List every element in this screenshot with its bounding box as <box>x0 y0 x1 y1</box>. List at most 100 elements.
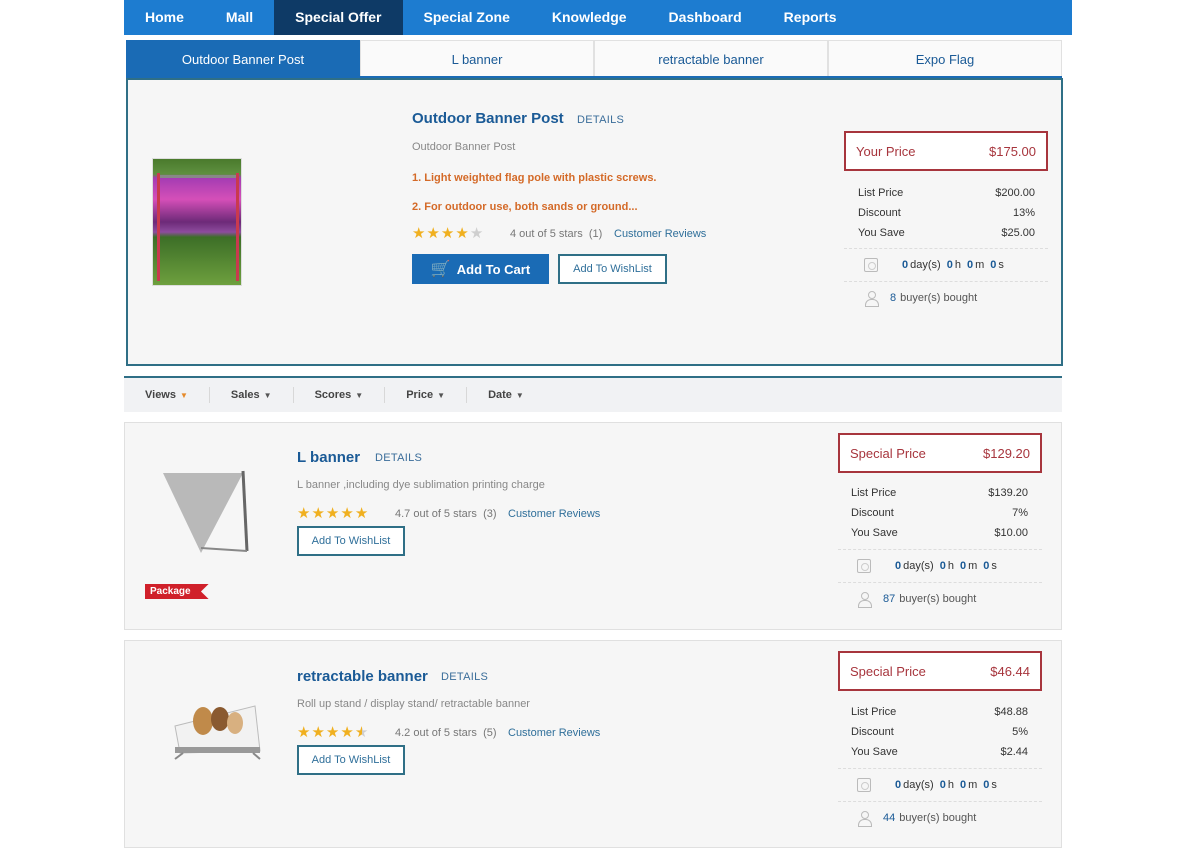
cart-icon: 🛒 <box>430 261 451 278</box>
user-icon <box>857 811 872 827</box>
price-details: List Price $139.20 Discount 7% You Save $10… <box>851 483 1028 543</box>
nav-special-offer[interactable]: Special Offer <box>274 0 403 35</box>
rating-value: 4 out of 5 stars <box>510 228 583 240</box>
you-save-row: You Save $25.00 <box>858 227 1035 239</box>
divider <box>838 549 1042 550</box>
product-card: retractable banner DETAILS Roll up stand… <box>124 640 1062 848</box>
rating-text: 4 out of 5 stars (1) <box>510 228 602 240</box>
sort-date[interactable]: Date ▼ <box>467 387 545 403</box>
sort-views[interactable]: Views ▼ <box>124 387 210 403</box>
star-icon: ★ <box>297 505 312 522</box>
buyers-bought: 44 buyer(s) bought <box>857 811 976 827</box>
product-card: Package L banner DETAILS L banner ,inclu… <box>124 422 1062 630</box>
product-image[interactable] <box>165 681 265 761</box>
nav-dashboard[interactable]: Dashboard <box>648 0 763 35</box>
buyers-bought: 87 buyer(s) bought <box>857 592 976 608</box>
product-image[interactable] <box>155 463 265 555</box>
customer-reviews-link[interactable]: Customer Reviews <box>508 727 600 739</box>
price-details: List Price $200.00 Discount 13% You Save $2… <box>858 183 1035 243</box>
countdown-timer: 0 day(s) 0h 0m 0s <box>857 778 1003 792</box>
clock-icon <box>864 258 878 272</box>
buyers-bought: 8 buyer(s) bought <box>864 291 977 307</box>
tab-outdoor-banner-post[interactable]: Outdoor Banner Post <box>126 40 360 76</box>
rating-text: 4.2 out of 5 stars (5) <box>395 727 497 739</box>
details-link[interactable]: DETAILS <box>375 452 422 464</box>
nav-special-zone[interactable]: Special Zone <box>403 0 531 35</box>
star-icon: ★ <box>325 724 341 741</box>
details-link[interactable]: DETAILS <box>441 671 488 683</box>
customer-reviews-link[interactable]: Customer Reviews <box>508 508 600 520</box>
discount-row: Discount 7% <box>851 507 1028 519</box>
package-badge: Package <box>145 584 209 599</box>
customer-reviews-link[interactable]: Customer Reviews <box>614 228 706 240</box>
star-rating: ★★★★★ <box>297 723 369 741</box>
user-icon <box>857 592 872 608</box>
star-icon: ★ <box>340 505 355 522</box>
nav-home[interactable]: Home <box>124 0 205 35</box>
discount-row: Discount 13% <box>858 207 1035 219</box>
product-description: L banner ,including dye sublimation prin… <box>297 479 545 491</box>
caret-down-icon: ▼ <box>263 391 272 400</box>
price-value: $175.00 <box>989 143 1036 159</box>
nav-knowledge[interactable]: Knowledge <box>531 0 648 35</box>
tab-l-banner[interactable]: L banner <box>360 40 594 76</box>
clock-icon <box>857 559 871 573</box>
product-title[interactable]: L banner <box>297 449 360 466</box>
sort-price[interactable]: Price ▼ <box>385 387 468 403</box>
rating-text: 4.7 out of 5 stars (3) <box>395 508 497 520</box>
top-nav: Home Mall Special Offer Special Zone Kno… <box>124 0 1072 35</box>
review-count: (1) <box>588 228 603 240</box>
banner-pole-right <box>236 173 239 281</box>
product-tabs: Outdoor Banner Post L banner retractable… <box>126 40 1062 78</box>
list-price-row: List Price $200.00 <box>858 187 1035 199</box>
countdown-timer: 0 day(s) 0h 0m 0s <box>857 559 1003 573</box>
feature-2: 2. For outdoor use, both sands or ground… <box>412 201 638 213</box>
countdown-timer: 0 day(s) 0h 0m 0s <box>864 258 1010 272</box>
banner-bar <box>157 175 239 178</box>
price-box: Special Price $46.44 <box>838 651 1042 691</box>
product-title[interactable]: retractable banner <box>297 668 428 685</box>
caret-down-icon: ▼ <box>437 391 446 400</box>
star-half-icon: ★ <box>354 724 370 741</box>
caret-down-icon: ▼ <box>355 391 364 400</box>
star-rating: ★★★★★ <box>297 504 369 522</box>
star-icon: ★ <box>311 724 326 741</box>
star-empty-icon: ★ <box>469 225 485 242</box>
list-price-row: List Price $139.20 <box>851 487 1028 499</box>
add-to-wishlist-button[interactable]: Add To WishList <box>558 254 667 284</box>
product-image[interactable] <box>152 158 242 286</box>
add-to-cart-label: Add To Cart <box>456 261 531 277</box>
tab-retractable-banner[interactable]: retractable banner <box>594 40 828 76</box>
star-icon: ★ <box>297 724 312 741</box>
tab-expo-flag[interactable]: Expo Flag <box>828 40 1062 76</box>
star-icon: ★ <box>455 225 470 242</box>
banner-pole-left <box>157 173 160 281</box>
caret-down-icon: ▼ <box>180 391 188 400</box>
divider <box>838 582 1042 583</box>
user-icon <box>864 291 879 307</box>
sort-sales[interactable]: Sales ▼ <box>210 387 294 403</box>
add-to-cart-button[interactable]: 🛒 Add To Cart <box>412 254 549 284</box>
add-to-wishlist-button[interactable]: Add To WishList <box>297 745 405 775</box>
details-link[interactable]: DETAILS <box>577 114 624 126</box>
nav-reports[interactable]: Reports <box>763 0 858 35</box>
nav-mall[interactable]: Mall <box>205 0 274 35</box>
star-rating: ★★★★★ <box>412 224 484 242</box>
you-save-row: You Save $10.00 <box>851 527 1028 539</box>
featured-product: Outdoor Banner Post DETAILS Outdoor Bann… <box>126 78 1063 366</box>
star-icon: ★ <box>426 225 441 242</box>
add-to-wishlist-button[interactable]: Add To WishList <box>297 526 405 556</box>
price-box: Your Price $175.00 <box>844 131 1048 171</box>
price-details: List Price $48.88 Discount 5% You Save $2.4… <box>851 702 1028 762</box>
star-icon: ★ <box>340 724 355 741</box>
price-label: Your Price <box>856 143 916 159</box>
star-icon: ★ <box>311 505 326 522</box>
list-price-row: List Price $48.88 <box>851 706 1028 718</box>
price-box: Special Price $129.20 <box>838 433 1042 473</box>
you-save-row: You Save $2.44 <box>851 746 1028 758</box>
star-icon: ★ <box>440 225 456 242</box>
divider <box>838 768 1042 769</box>
sort-scores[interactable]: Scores ▼ <box>294 387 386 403</box>
product-description: Outdoor Banner Post <box>412 141 516 153</box>
product-title[interactable]: Outdoor Banner Post <box>412 110 564 127</box>
